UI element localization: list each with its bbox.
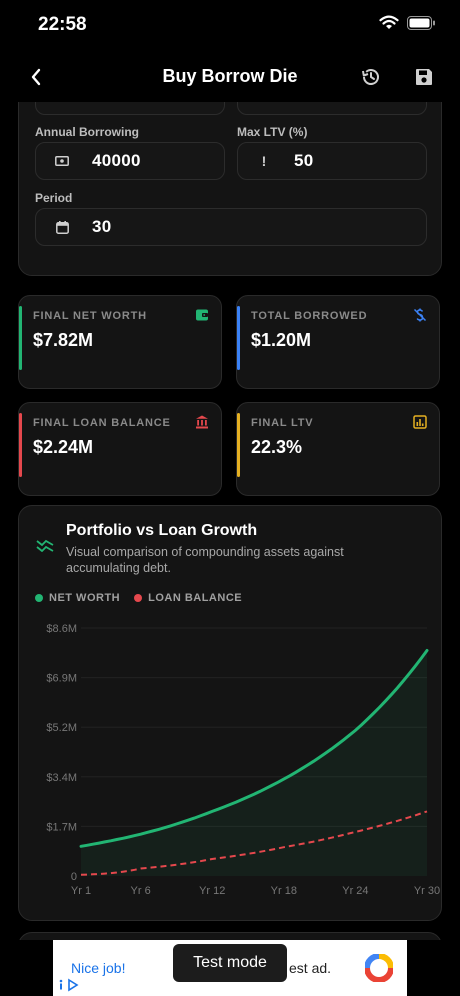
stat-value: $2.24M (33, 437, 94, 457)
stat-card-final-loan-balance: FINAL LOAN BALANCE $2.24M (18, 402, 222, 496)
stat-value: $1.20M (251, 330, 312, 350)
content-scroll[interactable]: 8 % 4 Annual Borrowing 40000 Max LTV (%)… (0, 102, 460, 940)
legend-label: LOAN BALANCE (148, 592, 243, 604)
status-icons (379, 15, 436, 30)
legend-item-loan-balance: LOAN BALANCE (134, 592, 242, 604)
x-tick-label: Yr 18 (271, 885, 297, 897)
adchoices-icon[interactable] (58, 978, 80, 992)
stat-label: FINAL NET WORTH (33, 310, 147, 322)
growth-rate-field[interactable]: 8 (35, 102, 225, 115)
max-ltv-label: Max LTV (%) (237, 125, 308, 139)
bank-icon (196, 415, 208, 429)
stat-accent-bar (19, 306, 22, 370)
y-tick-label: $1.7M (46, 821, 77, 833)
net-worth-area (81, 650, 427, 876)
ad-headline: Nice job! (71, 960, 126, 976)
test-mode-toast: Test mode (173, 944, 287, 982)
period-field[interactable]: 30 (35, 208, 427, 246)
annual-borrowing-field[interactable]: 40000 (35, 142, 225, 180)
stat-accent-bar (237, 413, 240, 477)
legend-dot (134, 594, 143, 602)
ad-logo-icon (365, 954, 393, 982)
wallet-icon (196, 309, 208, 321)
chart-title: Portfolio vs Loan Growth (66, 522, 258, 539)
max-ltv-value: 50 (294, 151, 314, 170)
stat-label: FINAL LOAN BALANCE (33, 417, 171, 429)
stat-value: $7.82M (33, 330, 94, 350)
stat-accent-bar (237, 306, 240, 370)
y-tick-label: 0 (71, 871, 77, 883)
chart-card: Portfolio vs Loan Growth Visual comparis… (18, 505, 442, 921)
stat-label: FINAL LTV (251, 417, 314, 429)
stat-accent-bar (19, 413, 22, 477)
annual-borrowing-value: 40000 (92, 151, 141, 170)
stat-card-final-ltv: FINAL LTV 22.3% (236, 402, 440, 496)
status-bar: 22:58 (0, 0, 460, 52)
status-time: 22:58 (38, 14, 87, 35)
line-chart: 0 $1.7M $3.4M $5.2M $6.9M $8.6M Yr 1 Yr 6 Yr 12 Y… (46, 623, 440, 897)
period-label: Period (35, 191, 73, 205)
battery-icon (407, 15, 435, 30)
y-tick-label: $8.6M (46, 623, 77, 635)
x-tick-label: Yr 12 (199, 885, 225, 897)
nav-bar: Buy Borrow Die (0, 52, 460, 102)
percent-icon: % (256, 102, 272, 104)
save-button[interactable] (411, 64, 437, 90)
calendar-icon (54, 220, 70, 234)
bar-chart-icon (413, 415, 427, 429)
x-tick-label: Yr 30 (414, 885, 440, 897)
annual-borrowing-label: Annual Borrowing (35, 125, 139, 139)
stat-value: 22.3% (251, 437, 303, 457)
x-tick-label: Yr 24 (342, 885, 368, 897)
period-value: 30 (92, 217, 112, 236)
stat-card-total-borrowed: TOTAL BORROWED $1.20M (236, 295, 440, 389)
inputs-card: 8 % 4 Annual Borrowing 40000 Max LTV (%)… (18, 102, 442, 276)
wifi-icon (379, 15, 399, 29)
chart-subtitle: Visual comparison of compounding assets … (66, 545, 344, 575)
interest-rate-field[interactable]: % 4 (237, 102, 427, 115)
ad-body: est ad. (289, 960, 332, 976)
alert-icon: ! (261, 153, 267, 169)
growth-rate-value: 8 (92, 102, 102, 106)
y-tick-label: $3.4M (46, 772, 77, 784)
money-icon (54, 156, 70, 166)
chart-legend: NET WORTH LOAN BALANCE (35, 592, 242, 604)
legend-label: NET WORTH (49, 592, 121, 604)
legend-item-net-worth: NET WORTH (35, 592, 120, 604)
legend-dot (35, 594, 43, 602)
max-ltv-field[interactable]: ! 50 (237, 142, 427, 180)
y-tick-label: $6.9M (46, 673, 77, 685)
x-tick-label: Yr 6 (131, 885, 151, 897)
page-title: Buy Borrow Die (162, 66, 298, 86)
next-card (18, 932, 442, 940)
stat-card-final-net-worth: FINAL NET WORTH $7.82M (18, 295, 222, 389)
history-button[interactable] (358, 64, 384, 90)
save-icon (416, 69, 432, 85)
stacked-line-icon (36, 539, 54, 552)
interest-rate-value: 4 (294, 102, 304, 106)
y-tick-label: $5.2M (46, 722, 77, 734)
x-tick-label: Yr 1 (71, 885, 91, 897)
stat-label: TOTAL BORROWED (251, 310, 368, 322)
money-off-icon (413, 308, 427, 322)
history-icon (362, 69, 379, 85)
